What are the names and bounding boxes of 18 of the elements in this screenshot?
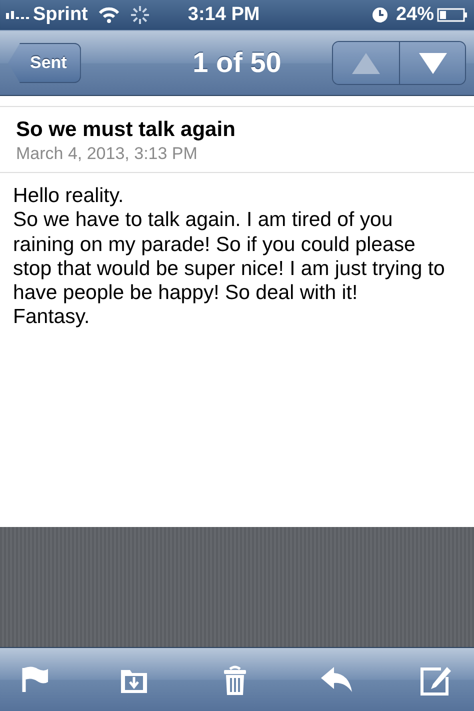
message-paragraph: Hello reality. xyxy=(13,184,125,208)
message-subject: So we must talk again xyxy=(16,117,236,143)
carrier-name: Sprint xyxy=(33,2,88,27)
activity-icon xyxy=(130,5,150,25)
navigation-title: 1 of 50 xyxy=(192,46,282,80)
back-button[interactable]: Sent xyxy=(8,43,81,83)
up-arrow-icon xyxy=(352,52,380,74)
message-paragraph: Fantasy. xyxy=(13,305,91,330)
message-date: March 4, 2013, 3:13 PM xyxy=(16,143,198,165)
wifi-icon xyxy=(98,6,120,24)
message-paragraph: So we have to talk again. I am tired of you raining on my parade! So if you could please stop that would be super nice! I am just trying to have people be happy! So deal with it! xyxy=(13,208,446,306)
battery-icon xyxy=(437,8,468,22)
clock-icon xyxy=(372,7,388,23)
down-arrow-icon xyxy=(418,52,446,74)
battery-percent: 24% xyxy=(396,2,434,27)
status-time: 3:14 PM xyxy=(188,2,260,27)
next-message-button[interactable] xyxy=(399,42,465,84)
signal-icon xyxy=(6,11,29,19)
